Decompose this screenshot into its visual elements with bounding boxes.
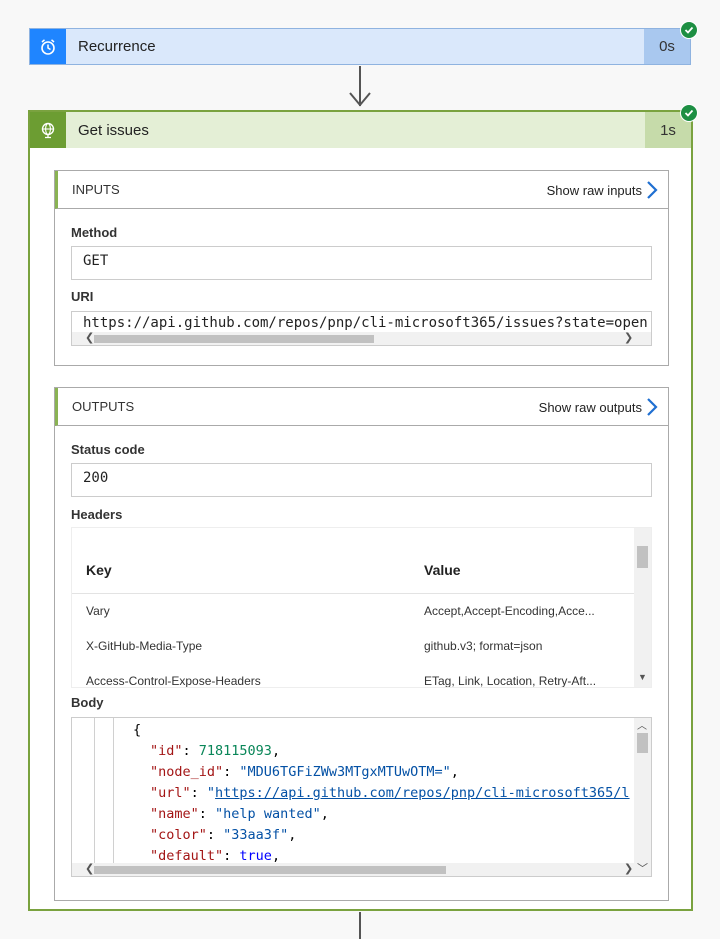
code-brace: { xyxy=(133,722,142,738)
show-raw-outputs-link[interactable]: Show raw outputs xyxy=(539,388,642,426)
scroll-up-icon[interactable]: ︿ xyxy=(637,720,647,733)
get-issues-card[interactable]: Get issues 1s INPUTS Show raw inputs Met… xyxy=(28,110,693,911)
code-key: "color" xyxy=(150,827,207,843)
headers-key-column: Key xyxy=(86,562,112,578)
table-row: Access-Control-Expose-Headers ETag, Link… xyxy=(72,674,635,688)
table-row: X-GitHub-Media-Type github.v3; format=js… xyxy=(72,639,635,653)
status-code-value: 200 xyxy=(83,470,109,486)
headers-column-row: Key Value xyxy=(72,562,635,578)
header-value: Accept,Accept-Encoding,Acce... xyxy=(424,604,595,618)
code-line: "color": "33aa3f", xyxy=(150,827,297,843)
success-check-icon xyxy=(680,104,698,122)
code-key: "id" xyxy=(150,743,183,759)
chevron-right-icon[interactable] xyxy=(646,397,658,417)
header-key: Access-Control-Expose-Headers xyxy=(86,674,261,688)
globe-icon xyxy=(30,112,66,148)
scrollbar-thumb[interactable] xyxy=(94,866,446,874)
header-key: X-GitHub-Media-Type xyxy=(86,639,203,653)
code-line: "name": "help wanted", xyxy=(150,806,329,822)
headers-value-column: Value xyxy=(424,562,461,578)
headers-table[interactable]: Key Value Vary Accept,Accept-Encoding,Ac… xyxy=(71,527,652,688)
code-key: "name" xyxy=(150,806,199,822)
indent-guide xyxy=(113,718,114,863)
code-value: "33aa3f" xyxy=(223,827,289,843)
code-line: "url": "https://api.github.com/repos/pnp… xyxy=(150,785,630,801)
scroll-down-icon[interactable]: ﹀ xyxy=(637,863,648,876)
scroll-left-icon[interactable]: ❮ xyxy=(85,332,94,345)
code-value: "MDU6TGFiZWw3MTgxMTUwOTM=" xyxy=(239,764,451,780)
code-link[interactable]: https://api.github.com/repos/pnp/cli-mic… xyxy=(215,785,630,801)
inputs-heading: INPUTS xyxy=(72,182,120,197)
method-value: GET xyxy=(83,253,109,269)
outputs-heading: OUTPUTS xyxy=(72,399,135,414)
body-horizontal-scrollbar[interactable]: ❮ ❯ ﹀ xyxy=(72,863,651,876)
method-field[interactable]: GET xyxy=(71,246,652,280)
scroll-right-icon[interactable]: ❯ xyxy=(624,332,633,345)
indent-guide xyxy=(94,718,95,863)
flow-connector xyxy=(359,912,361,939)
uri-label: URI xyxy=(71,289,94,304)
headers-divider xyxy=(72,593,635,594)
get-issues-title: Get issues xyxy=(78,121,149,139)
method-label: Method xyxy=(71,225,118,240)
outputs-section: OUTPUTS Show raw outputs Status code 200… xyxy=(54,387,669,901)
outputs-header: OUTPUTS Show raw outputs xyxy=(55,388,668,426)
get-issues-header[interactable]: Get issues 1s xyxy=(30,112,691,148)
scrollbar-thumb[interactable] xyxy=(637,546,648,568)
arrow-down-icon xyxy=(349,92,371,107)
recurrence-card[interactable]: Recurrence 0s xyxy=(29,28,691,65)
header-value: ETag, Link, Location, Retry-Aft... xyxy=(424,674,597,688)
inputs-header: INPUTS Show raw inputs xyxy=(55,171,668,209)
headers-label: Headers xyxy=(71,507,123,522)
code-line: "id": 718115093, xyxy=(150,743,281,759)
scroll-right-icon[interactable]: ❯ xyxy=(624,863,633,876)
code-value: 718115093 xyxy=(198,743,272,759)
header-value: github.v3; format=json xyxy=(424,639,543,653)
code-line: "node_id": "MDU6TGFiZWw3MTgxMTUwOTM=", xyxy=(150,764,459,780)
status-code-label: Status code xyxy=(71,442,145,457)
scroll-down-icon[interactable]: ▼ xyxy=(638,671,647,684)
code-key: "default" xyxy=(150,848,224,864)
table-row: Vary Accept,Accept-Encoding,Acce... xyxy=(72,604,635,618)
body-code-viewer[interactable]: { "id": 718115093, "node_id": "MDU6TGFiZ… xyxy=(71,717,652,877)
uri-field[interactable]: https://api.github.com/repos/pnp/cli-mic… xyxy=(71,311,652,346)
header-key: Vary xyxy=(86,604,110,618)
scrollbar-thumb[interactable] xyxy=(637,733,648,753)
code-value: "help wanted" xyxy=(215,806,321,822)
code-line: { xyxy=(133,722,141,738)
alarm-clock-icon xyxy=(30,29,66,64)
inputs-section: INPUTS Show raw inputs Method GET URI ht… xyxy=(54,170,669,366)
chevron-right-icon[interactable] xyxy=(646,180,658,200)
recurrence-title: Recurrence xyxy=(78,38,156,55)
code-value: true xyxy=(239,848,272,864)
show-raw-inputs-link[interactable]: Show raw inputs xyxy=(547,171,642,209)
body-label: Body xyxy=(71,695,104,710)
scroll-left-icon[interactable]: ❮ xyxy=(85,863,94,876)
scrollbar-thumb[interactable] xyxy=(94,335,374,343)
success-check-icon xyxy=(680,21,698,39)
code-line: "default": true, xyxy=(150,848,281,864)
headers-vertical-scrollbar[interactable]: ▼ xyxy=(634,528,651,687)
uri-horizontal-scrollbar[interactable]: ❮ ❯ xyxy=(72,332,651,345)
code-key: "node_id" xyxy=(150,764,224,780)
body-vertical-scrollbar[interactable]: ︿ xyxy=(634,718,651,863)
status-code-field[interactable]: 200 xyxy=(71,463,652,497)
code-key: "url" xyxy=(150,785,191,801)
